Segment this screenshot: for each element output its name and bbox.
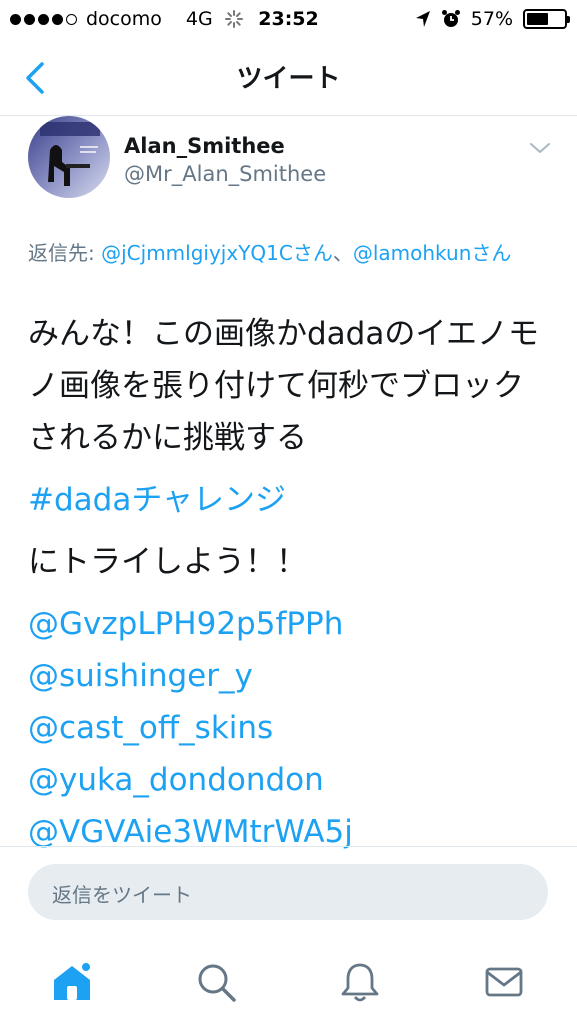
tweet-text: みんな！この画像かdadaのイエノモノ画像を張り付けて何秒でブロックされるかに挑…: [28, 308, 553, 858]
reply-to-separator: 、: [332, 241, 353, 265]
mention-link[interactable]: @suishinger_y: [28, 650, 553, 702]
reply-input-placeholder: 返信をツイート: [52, 883, 192, 907]
reply-input[interactable]: 返信をツイート: [28, 864, 548, 920]
battery-percent: 57%: [470, 8, 513, 30]
mention-link[interactable]: @VGVAie3WMtrWA5j: [28, 806, 553, 858]
battery-icon: [523, 9, 570, 29]
home-icon[interactable]: [50, 960, 94, 1004]
search-icon[interactable]: [194, 960, 238, 1004]
mention-link[interactable]: @cast_off_skins: [28, 702, 553, 754]
tab-bar: [0, 940, 577, 1024]
tweet-text-paragraph: にトライしよう！！: [28, 544, 307, 580]
alarm-icon: [441, 10, 460, 27]
reply-to-line: 返信先: @jCjmmlgiyjxYQ1Cさん、@lamohkunさん: [28, 238, 548, 268]
tweet-detail-screen: docomo 4G 23:52 57% ツイート Alan_Smithee @M…: [0, 0, 577, 1024]
avatar[interactable]: [28, 116, 110, 198]
notifications-icon[interactable]: [338, 960, 382, 1004]
author-name[interactable]: Alan_Smithee: [124, 134, 285, 158]
status-bar: docomo 4G 23:52 57%: [0, 0, 577, 40]
reply-to-user-link[interactable]: @jCjmmlgiyjxYQ1Cさん: [101, 241, 333, 265]
location-arrow-icon: [415, 11, 430, 27]
reply-to-user-link[interactable]: @lamohkunさん: [353, 241, 512, 265]
page-title: ツイート: [236, 64, 341, 94]
mention-link[interactable]: @GvzpLPH92p5fPPh: [28, 598, 553, 650]
divider: [0, 846, 577, 847]
navigation-bar: ツイート: [0, 40, 577, 116]
reply-to-label: 返信先:: [28, 241, 102, 265]
hashtag-link[interactable]: #dadaチャレンジ: [28, 474, 553, 526]
messages-icon[interactable]: [482, 960, 526, 1004]
battery-level: [527, 13, 548, 25]
chevron-down-icon[interactable]: [528, 140, 552, 156]
tweet-text-paragraph: みんな！この画像かdadaのイエノモノ画像を張り付けて何秒でブロックされるかに挑…: [28, 316, 540, 456]
author-handle[interactable]: @Mr_Alan_Smithee: [124, 162, 326, 186]
mention-link[interactable]: @yuka_dondondon: [28, 754, 553, 806]
